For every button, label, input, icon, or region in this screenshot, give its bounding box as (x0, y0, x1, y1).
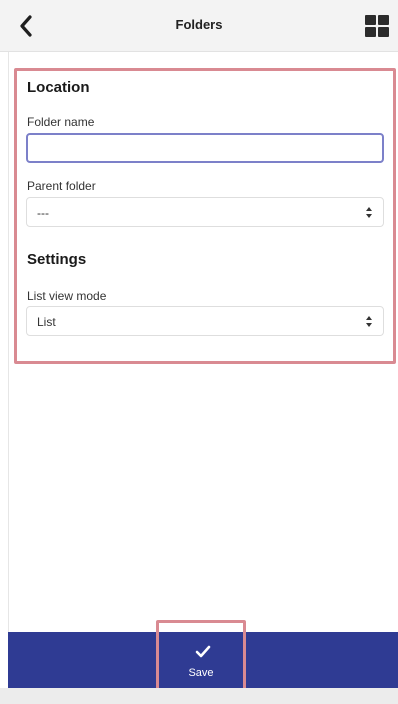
folder-name-label: Folder name (27, 115, 95, 129)
save-label: Save (188, 667, 214, 679)
list-view-mode-value: List (37, 315, 56, 329)
location-section-title: Location (27, 79, 90, 96)
page-title: Folders (175, 17, 223, 32)
content-border (8, 52, 9, 632)
parent-folder-label: Parent folder (27, 179, 96, 193)
parent-folder-value: --- (37, 206, 49, 220)
folder-form: Location Folder name Parent folder --- S… (14, 68, 396, 364)
grid-view-button[interactable] (364, 14, 390, 38)
save-button[interactable]: Save (156, 620, 246, 696)
parent-folder-select[interactable]: --- (26, 197, 384, 227)
checkmark-icon (195, 645, 211, 658)
select-caret-icon (366, 316, 372, 327)
list-view-mode-label: List view mode (27, 289, 107, 303)
app-screen: Folders Location Folder name Parent fold… (0, 0, 398, 704)
bottom-system-strip (0, 688, 398, 704)
folder-name-input[interactable] (26, 133, 384, 163)
app-header: Folders (0, 0, 398, 52)
settings-section-title: Settings (27, 251, 87, 268)
list-view-mode-select[interactable]: List (26, 306, 384, 336)
select-caret-icon (366, 207, 372, 218)
